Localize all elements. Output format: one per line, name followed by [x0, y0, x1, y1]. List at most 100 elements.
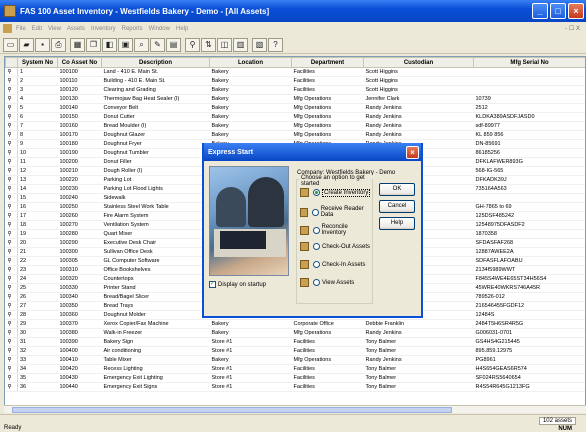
option-check-out-assets[interactable]: Check-Out Assets — [300, 242, 370, 251]
table-row[interactable]: ⚲ 32 100400 Air conditioning Store #1 Facilit… — [5, 346, 585, 356]
table-cell: F845S4WE4E65ST34H56S4 — [473, 274, 585, 284]
radio-button[interactable] — [313, 261, 320, 268]
grid-icon[interactable]: ▦ — [70, 37, 85, 52]
option-reconcile-inventory[interactable]: Reconcile Inventory — [300, 224, 372, 236]
table-row[interactable]: ⚲ 33 100410 Table Mixer Bakery Mfg Operations… — [5, 355, 585, 365]
option-receive-reader-data[interactable]: Receive Reader Data — [300, 206, 372, 218]
table-cell: 21 — [17, 247, 58, 257]
table-cell: Fire Alarm System — [101, 211, 210, 221]
column-header[interactable]: Location — [209, 57, 292, 68]
save-icon[interactable]: ▪ — [35, 37, 50, 52]
option-view-assets[interactable]: View Assets — [300, 278, 354, 287]
column-header[interactable]: Department — [291, 57, 364, 68]
table-cell: 24 — [17, 274, 58, 284]
help-icon[interactable]: ? — [268, 37, 283, 52]
table-cell: Corporate Office — [291, 319, 364, 329]
barcode-icon[interactable]: ▥ — [233, 37, 248, 52]
table-cell: 33 — [17, 355, 58, 365]
table-row[interactable]: ⚲ 5 100140 Conveyor Belt Bakery Mfg Operation… — [5, 103, 585, 113]
cancel-button[interactable]: Cancel — [379, 200, 415, 213]
horizontal-scrollbar[interactable] — [4, 405, 586, 413]
table-row[interactable]: ⚲ 35 100430 Emergency Exit Lighting Store #1… — [5, 373, 585, 383]
option-label: Receive Reader Data — [320, 206, 364, 218]
minimize-button[interactable]: _ — [532, 3, 548, 19]
table-cell: 100130 — [57, 94, 102, 104]
option-create-inventory[interactable]: Create Inventory — [300, 188, 371, 197]
table-cell: Facilities — [291, 373, 364, 383]
menu-reports[interactable]: Reports — [122, 26, 143, 32]
paste-icon[interactable]: ◧ — [102, 37, 117, 52]
table-row[interactable]: ⚲ 8 100170 Doughnut Glazer Bakery Mfg Operati… — [5, 130, 585, 140]
table-cell: DFKADK39J — [473, 175, 585, 185]
menu-help[interactable]: Help — [176, 26, 188, 32]
properties-icon[interactable]: ✎ — [150, 37, 165, 52]
table-cell: Executive Desk Chair — [101, 238, 210, 248]
menu-assets[interactable]: Assets — [67, 26, 85, 32]
print-icon[interactable]: ⎙ — [51, 37, 66, 52]
menu-edit[interactable]: Edit — [32, 26, 42, 32]
table-cell: Bakery — [209, 103, 292, 113]
dialog-close-button[interactable]: × — [406, 145, 419, 159]
menu-view[interactable]: View — [48, 26, 61, 32]
table-row[interactable]: ⚲ 29 100370 Xerox Copier/Fax Machine Bakery C… — [5, 319, 585, 329]
table-row[interactable]: ⚲ 36 100440 Emergency Exit Signs Store #1 Fac… — [5, 382, 585, 392]
new-icon[interactable]: ▭ — [3, 37, 18, 52]
maximize-button[interactable]: □ — [550, 3, 566, 19]
table-cell: 100120 — [57, 85, 102, 95]
scrollbar-thumb[interactable] — [12, 407, 452, 413]
table-row[interactable]: ⚲ 31 100390 Bakery Sign Store #1 Facilities To… — [5, 337, 585, 347]
column-header[interactable]: System No — [17, 57, 58, 68]
menu-inventory[interactable]: Inventory — [91, 26, 116, 32]
option-check-in-assets[interactable]: Check-In Assets — [300, 260, 365, 269]
table-cell: 100280 — [57, 229, 102, 239]
table-row[interactable]: ⚲ 34 100420 Recess Lighting Store #1 Faciliti… — [5, 364, 585, 374]
find-icon[interactable]: ⚲ — [185, 37, 200, 52]
copy-icon[interactable]: ❐ — [86, 37, 101, 52]
table-cell: 100420 — [57, 364, 102, 374]
table-cell: Donut Filler — [101, 157, 210, 167]
row-key-icon: ⚲ — [5, 193, 18, 203]
table-row[interactable]: ⚲ 3 100120 Clearing and Grading Bakery Facili… — [5, 85, 585, 95]
table-row[interactable]: ⚲ 30 100380 Walk-in Freezer Bakery Mfg Operat… — [5, 328, 585, 338]
menu-window[interactable]: Window — [149, 26, 170, 32]
sort-icon[interactable]: ⇅ — [201, 37, 216, 52]
table-row[interactable]: ⚲ 4 100130 Thermojaw Bag Heat Sealer (I) Bak… — [5, 94, 585, 104]
table-cell: Scott Higgins — [363, 67, 474, 77]
binoculars-icon[interactable]: ⌕ — [134, 37, 149, 52]
radio-button[interactable] — [313, 189, 320, 196]
radio-button[interactable] — [313, 243, 320, 250]
table-cell: 36 — [17, 382, 58, 392]
menu-bar: File Edit View Assets Inventory Reports … — [0, 22, 586, 35]
menu-file[interactable]: File — [16, 26, 26, 32]
report-icon[interactable]: ▤ — [166, 37, 181, 52]
table-cell: 27 — [17, 301, 58, 311]
ok-button[interactable]: OK — [379, 183, 415, 196]
column-header[interactable]: Custodian — [363, 57, 474, 68]
radio-button[interactable] — [313, 279, 320, 286]
row-key-icon: ⚲ — [5, 247, 18, 257]
disk-icon[interactable]: ▣ — [118, 37, 133, 52]
column-header[interactable]: Description — [101, 57, 210, 68]
radio-button[interactable] — [312, 226, 320, 234]
table-row[interactable]: ⚲ 7 100160 Bread Moulder (I) Bakery Mfg Opera… — [5, 121, 585, 131]
table-cell: 100190 — [57, 148, 102, 158]
table-cell — [473, 76, 585, 86]
column-header[interactable]: Co Asset No — [57, 57, 102, 68]
table-cell: 1 — [17, 67, 58, 77]
column-header[interactable] — [5, 57, 18, 68]
close-button[interactable]: × — [568, 3, 584, 19]
chart-icon[interactable]: ▧ — [252, 37, 267, 52]
help-button[interactable]: Help — [379, 217, 415, 230]
table-cell: 100310 — [57, 265, 102, 275]
table-row[interactable]: ⚲ 2 100110 Building - 410 E. Main St. Bakery… — [5, 76, 585, 86]
mdi-controls[interactable]: - ☐ X — [565, 25, 580, 32]
table-row[interactable]: ⚲ 6 100150 Donut Cutter Bakery Mfg Operations… — [5, 112, 585, 122]
open-icon[interactable]: ▰ — [19, 37, 34, 52]
display-on-startup-checkbox[interactable]: ✓ Display on startup — [209, 281, 266, 288]
column-header[interactable]: Mfg Serial No — [473, 57, 585, 68]
document-icon[interactable] — [3, 24, 12, 33]
checkbox-checked-icon[interactable]: ✓ — [209, 281, 216, 288]
filter-icon[interactable]: ◫ — [217, 37, 232, 52]
table-row[interactable]: ⚲ 1 100100 Land - 410 E. Main St. Bakery Faci… — [5, 67, 585, 77]
radio-button[interactable] — [312, 208, 319, 216]
